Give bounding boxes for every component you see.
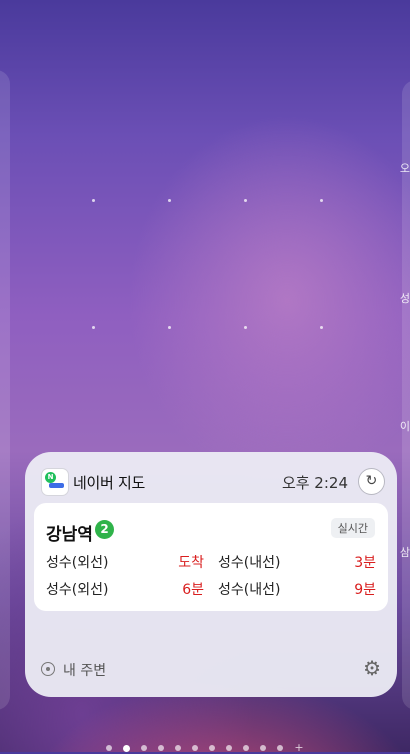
arrival-time: 9분 <box>354 582 376 598</box>
edge-panel-char: 성 <box>399 292 410 305</box>
home-grid-dot <box>244 199 247 202</box>
update-time: 오후 2:24 <box>281 474 348 492</box>
line-badge: 2 <box>95 520 114 539</box>
arrival-row: 성수(외선) 6분 성수(내선) 9분 <box>46 579 376 599</box>
page-indicator: + <box>0 742 410 753</box>
add-page-icon[interactable]: + <box>294 742 303 753</box>
page-dot[interactable] <box>277 745 284 751</box>
home-grid-dot <box>168 326 171 329</box>
refresh-icon: ↻ <box>365 473 378 489</box>
arrival-time: 3분 <box>354 555 376 571</box>
direction-label: 성수(내선) <box>218 582 281 598</box>
realtime-badge: 실시간 <box>330 518 375 538</box>
naver-map-transit-widget[interactable]: N 네이버 지도 오후 2:24 ↻ 강남역 2 실시간 성수(외선) 도착 성… <box>25 452 397 697</box>
page-dot[interactable] <box>175 745 182 751</box>
arrival-time: 6분 <box>182 582 204 598</box>
widget-footer: 내 주변 ⚙ <box>41 658 381 684</box>
refresh-button[interactable]: ↻ <box>358 468 385 495</box>
page-dot[interactable] <box>106 745 113 751</box>
page-dot[interactable] <box>243 745 250 751</box>
station-card[interactable]: 강남역 2 실시간 성수(외선) 도착 성수(내선) 3분 성수(외선) 6분 … <box>34 503 388 611</box>
home-grid-dot <box>92 199 95 202</box>
gear-icon[interactable]: ⚙ <box>363 658 381 678</box>
edge-panel-char: 이 <box>399 420 410 433</box>
widget-header: N 네이버 지도 오후 2:24 ↻ <box>41 468 385 496</box>
page-dot[interactable] <box>260 745 267 751</box>
page-dot[interactable] <box>209 745 216 751</box>
home-grid-dot <box>244 326 247 329</box>
page-dot[interactable] <box>158 745 165 751</box>
page-dot-active[interactable] <box>123 744 131 752</box>
arrival-row: 성수(외선) 도착 성수(내선) 3분 <box>46 552 376 572</box>
home-grid-dot <box>92 326 95 329</box>
nearby-label: 내 주변 <box>63 663 107 679</box>
page-dot[interactable] <box>141 745 148 751</box>
arrival-time: 도착 <box>178 555 204 571</box>
direction-label: 성수(내선) <box>218 555 281 571</box>
home-grid-dot <box>320 199 323 202</box>
nearby-button[interactable]: 내 주변 <box>41 660 131 684</box>
direction-label: 성수(외선) <box>46 582 109 598</box>
location-icon <box>41 662 55 676</box>
page-dot[interactable] <box>192 745 199 751</box>
edge-panel-char: 오 <box>399 162 410 175</box>
page-dot[interactable] <box>226 745 233 751</box>
edge-panel-char: 삼 <box>399 546 410 559</box>
app-name: 네이버 지도 <box>73 474 145 492</box>
direction-label: 성수(외선) <box>46 555 109 571</box>
left-edge-panel-handle[interactable] <box>0 70 10 710</box>
naver-map-logo-icon: N <box>41 468 69 496</box>
home-grid-dot <box>320 326 323 329</box>
station-name: 강남역 <box>46 525 93 545</box>
home-grid-dot <box>168 199 171 202</box>
